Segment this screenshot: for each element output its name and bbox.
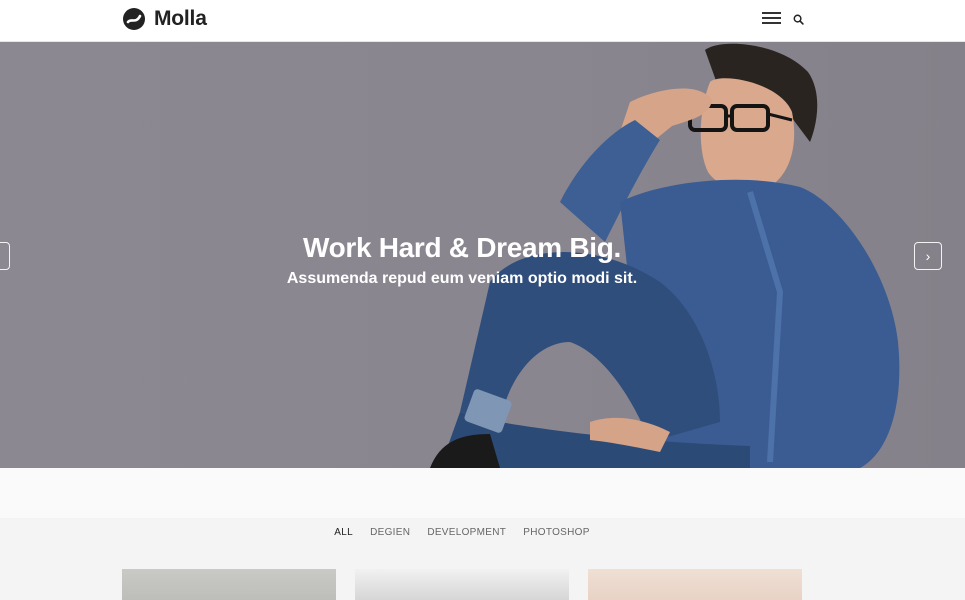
chevron-left-icon[interactable]: ‹	[0, 242, 10, 270]
filter-degien[interactable]: DEGIEN	[370, 527, 410, 538]
site-header: Molla	[0, 0, 965, 42]
hero-subtitle: Assumenda repud eum veniam optio modi si…	[286, 270, 638, 287]
hero-slider: Work Hard & Dream Big. Assumenda repud e…	[0, 42, 965, 468]
portfolio-card[interactable]	[355, 569, 569, 600]
hamburger-icon[interactable]	[762, 12, 781, 26]
spacer-band	[0, 468, 965, 504]
chevron-right-icon[interactable]: ›	[914, 242, 942, 270]
hero-title: Work Hard & Dream Big.	[302, 232, 622, 263]
filter-all[interactable]: ALL	[334, 527, 353, 538]
logo[interactable]: Molla	[122, 7, 207, 31]
portfolio-filters: ALL DEGIEN DEVELOPMENT PHOTOSHOP	[0, 527, 924, 538]
search-icon[interactable]	[793, 14, 804, 25]
portfolio-card[interactable]	[588, 569, 802, 600]
portfolio-card[interactable]	[122, 569, 336, 600]
filter-photoshop[interactable]: PHOTOSHOP	[523, 527, 589, 538]
brand-name: Molla	[154, 7, 207, 30]
molla-logo-icon	[123, 8, 145, 30]
filter-development[interactable]: DEVELOPMENT	[427, 527, 506, 538]
